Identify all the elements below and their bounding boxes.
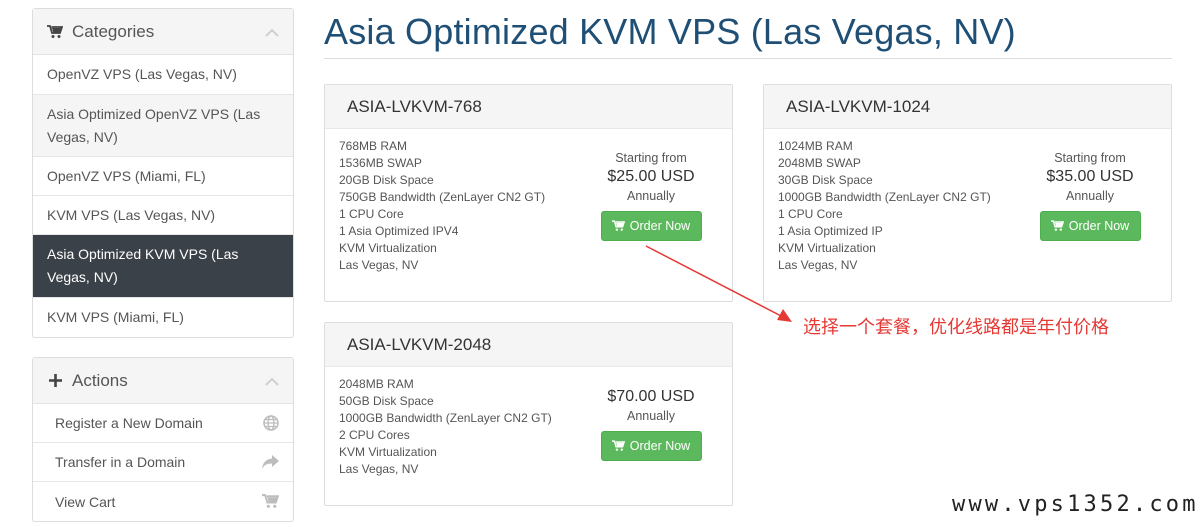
- cart-icon: [1050, 220, 1064, 232]
- category-item-asia-openvz-lv[interactable]: Asia Optimized OpenVZ VPS (Las Vegas, NV…: [33, 95, 293, 157]
- product-card-asia-lvkvm-1024: ASIA-LVKVM-1024 1024MB RAM 2048MB SWAP 3…: [763, 84, 1172, 302]
- feature-line: Las Vegas, NV: [339, 462, 419, 476]
- product-pricing: $70.00 USD Annually Order Now: [596, 386, 706, 461]
- category-label: Asia Optimized KVM VPS (Las Vegas, NV): [47, 246, 239, 285]
- page-title: Asia Optimized KVM VPS (Las Vegas, NV): [324, 11, 1016, 52]
- feature-line: KVM Virtualization: [339, 241, 437, 255]
- order-now-label: Order Now: [629, 439, 691, 453]
- category-label: KVM VPS (Miami, FL): [47, 309, 184, 325]
- category-item-openvz-miami[interactable]: OpenVZ VPS (Miami, FL): [33, 157, 293, 196]
- category-item-kvm-lv[interactable]: KVM VPS (Las Vegas, NV): [33, 196, 293, 235]
- product-card-asia-lvkvm-2048: ASIA-LVKVM-2048 2048MB RAM 50GB Disk Spa…: [324, 322, 733, 506]
- order-now-button[interactable]: Order Now: [600, 431, 702, 461]
- cart-icon: [611, 220, 625, 232]
- product-name: ASIA-LVKVM-2048: [325, 323, 732, 367]
- share-arrow-icon: [262, 455, 279, 469]
- action-label: Transfer in a Domain: [55, 454, 186, 470]
- feature-line: Las Vegas, NV: [339, 258, 419, 272]
- category-label: Asia Optimized OpenVZ VPS (Las Vegas, NV…: [47, 105, 261, 145]
- transfer-domain-link[interactable]: Transfer in a Domain: [33, 443, 293, 482]
- chevron-up-icon[interactable]: [265, 371, 279, 391]
- view-cart-link[interactable]: View Cart: [33, 482, 293, 521]
- category-label: OpenVZ VPS (Las Vegas, NV): [47, 66, 237, 82]
- starting-from-label: Starting from: [615, 151, 687, 165]
- category-label: KVM VPS (Las Vegas, NV): [47, 206, 216, 223]
- order-now-button[interactable]: Order Now: [600, 211, 702, 241]
- price: $35.00 USD: [1046, 168, 1134, 185]
- cart-icon: [262, 494, 279, 509]
- price: $70.00 USD: [607, 388, 695, 405]
- register-domain-link[interactable]: Register a New Domain: [33, 404, 293, 443]
- order-now-button[interactable]: Order Now: [1039, 211, 1141, 241]
- product-pricing: Starting from $25.00 USD Annually Order …: [596, 150, 706, 241]
- order-now-label: Order Now: [629, 219, 691, 233]
- categories-title: Categories: [72, 21, 155, 41]
- product-card-asia-lvkvm-768: ASIA-LVKVM-768 768MB RAM 1536MB SWAP 20G…: [324, 84, 733, 302]
- billing-cycle: Annually: [1066, 189, 1114, 203]
- feature-line: Las Vegas, NV: [778, 258, 858, 272]
- categories-heading[interactable]: Categories: [33, 9, 293, 55]
- cart-icon: [47, 24, 63, 40]
- product-pricing: Starting from $35.00 USD Annually Order …: [1035, 150, 1145, 241]
- actions-title: Actions: [72, 370, 128, 390]
- cart-icon: [611, 440, 625, 452]
- billing-cycle: Annually: [627, 409, 675, 423]
- category-item-asia-kvm-lv[interactable]: Asia Optimized KVM VPS (Las Vegas, NV): [33, 235, 293, 298]
- billing-cycle: Annually: [627, 189, 675, 203]
- category-item-openvz-lv[interactable]: OpenVZ VPS (Las Vegas, NV): [33, 55, 293, 95]
- action-label: View Cart: [55, 493, 116, 510]
- product-name: ASIA-LVKVM-1024: [764, 85, 1171, 129]
- price: $25.00 USD: [607, 168, 695, 185]
- watermark: www.vps1352.com: [952, 492, 1199, 517]
- actions-heading[interactable]: Actions: [33, 358, 293, 404]
- actions-panel: Actions Register a New Domain Transfer i…: [32, 357, 294, 522]
- categories-panel: Categories OpenVZ VPS (Las Vegas, NV) As…: [32, 8, 294, 338]
- annotation-note: 选择一个套餐，优化线路都是年付价格: [803, 317, 1109, 338]
- product-name: ASIA-LVKVM-768: [325, 85, 732, 129]
- globe-icon: [263, 415, 279, 431]
- order-now-label: Order Now: [1068, 219, 1130, 233]
- feature-line: KVM Virtualization: [778, 241, 876, 255]
- plus-icon: [47, 373, 63, 389]
- category-item-kvm-miami[interactable]: KVM VPS (Miami, FL): [33, 298, 293, 337]
- action-label: Register a New Domain: [55, 415, 203, 431]
- chevron-up-icon[interactable]: [265, 22, 279, 42]
- title-divider: [324, 58, 1172, 59]
- category-label: OpenVZ VPS (Miami, FL): [47, 167, 206, 184]
- starting-from-label: Starting from: [1054, 151, 1126, 165]
